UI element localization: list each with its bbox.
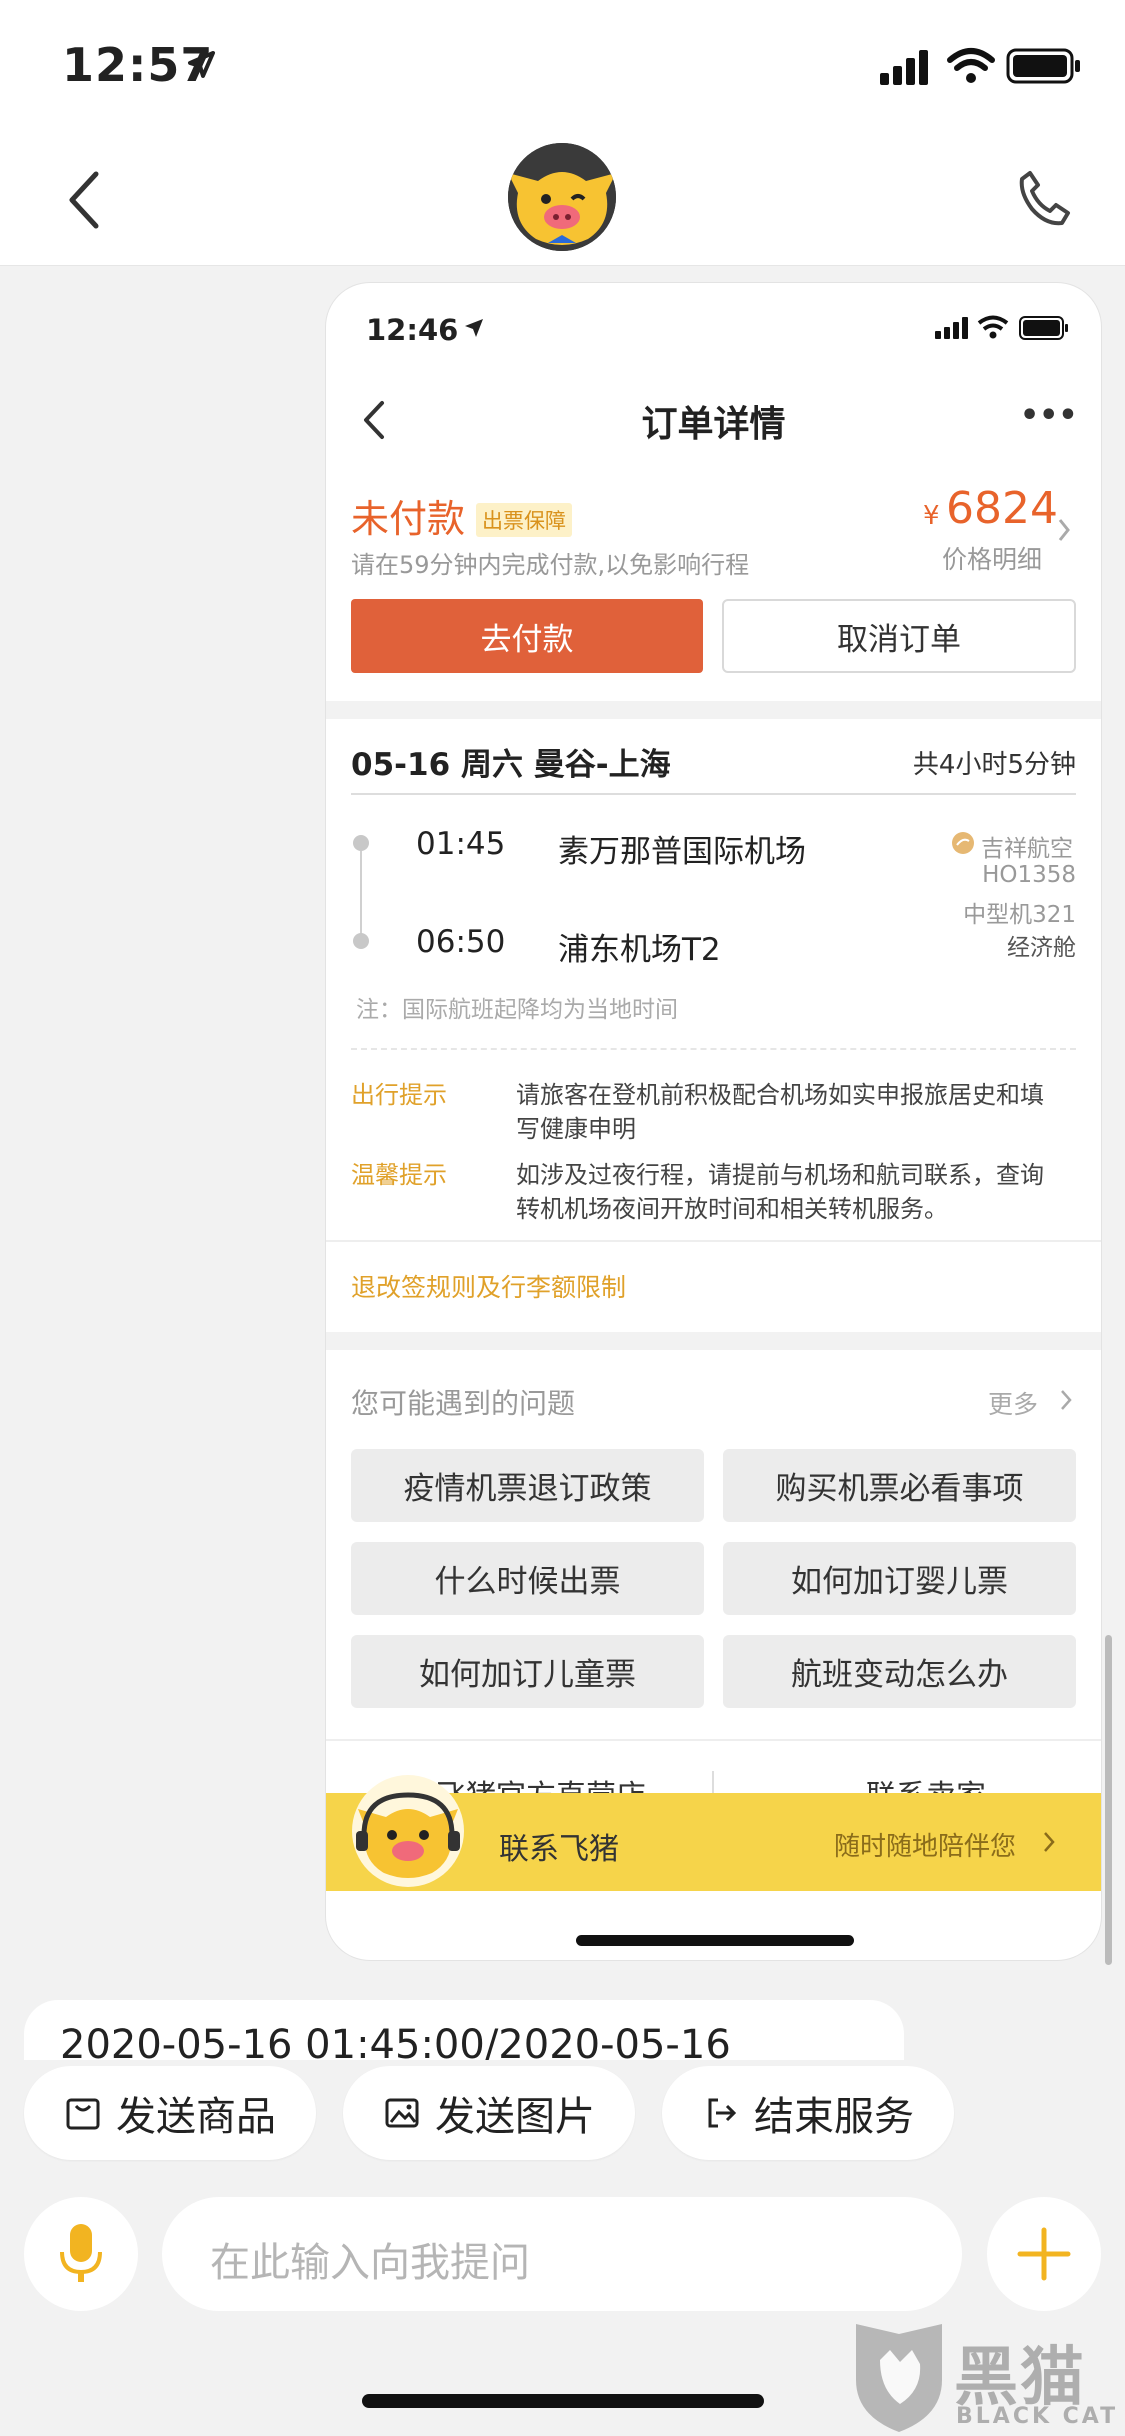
divider [326, 701, 1101, 719]
price-detail-link[interactable]: 价格明细 [942, 540, 1042, 576]
inner-home-indicator [576, 1935, 854, 1946]
order-price: 6824 [946, 483, 1058, 534]
back-chevron-icon[interactable] [64, 168, 104, 232]
travel-tip-line2: 写健康申明 [516, 1115, 636, 1143]
travel-tip-label: 出行提示 [351, 1081, 447, 1109]
end-service-button[interactable]: 结束服务 [662, 2066, 954, 2160]
message-input-placeholder: 在此输入向我提问 [210, 2240, 530, 2286]
pay-button[interactable]: 去付款 [351, 599, 703, 673]
price-chevron-icon[interactable] [1057, 517, 1071, 543]
faq-button[interactable]: 疫情机票退订政策 [351, 1449, 704, 1522]
exit-icon [708, 2098, 737, 2128]
warm-tip-line2: 转机机场夜间开放时间和相关转机服务。 [516, 1195, 948, 1223]
contact-fliggy-subtitle: 随时随地陪伴您 [834, 1832, 1017, 1862]
wifi-icon [947, 48, 995, 83]
home-indicator [362, 2394, 764, 2408]
order-screenshot[interactable]: 12:46 订单详情 ••• 未付款 出票保障 请在59分钟内完成付款,以免影响… [326, 283, 1101, 1960]
blackcat-watermark: 黑猫 BLACK CAT [850, 2320, 1120, 2436]
order-title: 订单详情 [641, 404, 786, 445]
ticket-guarantee-badge: 出票保障 [476, 503, 572, 537]
refund-rules-link[interactable]: 退改签规则及行李额限制 [351, 1268, 626, 1304]
warm-tip-label: 温馨提示 [351, 1161, 447, 1189]
faq-more-chevron-icon[interactable] [1060, 1389, 1072, 1411]
plus-button[interactable] [987, 2197, 1101, 2311]
inner-location-icon [465, 319, 483, 337]
signal-icon [880, 50, 928, 85]
currency-symbol: ¥ [923, 501, 940, 531]
voice-button[interactable] [24, 2197, 138, 2311]
fliggy-mascot-icon [508, 143, 616, 251]
travel-tip-line1: 请旅客在登机前积极配合机场如实申报旅居史和填 [516, 1081, 1044, 1109]
departure-dot [353, 835, 369, 851]
inner-wifi-icon [977, 315, 1009, 339]
contact-fliggy-label: 联系飞猪 [499, 1832, 619, 1867]
inner-signal-icon [935, 317, 968, 339]
image-icon [385, 2098, 419, 2128]
send-image-button[interactable]: 发送图片 [343, 2066, 635, 2160]
arrival-time: 06:50 [416, 924, 506, 960]
flight-duration: 共4小时5分钟 [912, 750, 1076, 780]
send-image-label: 发送图片 [435, 2094, 595, 2140]
cancel-order-button[interactable]: 取消订单 [722, 599, 1076, 673]
product-icon [66, 2098, 100, 2130]
message-input[interactable]: 在此输入向我提问 [162, 2197, 962, 2311]
departure-airport: 素万那普国际机场 [558, 834, 806, 870]
airline-name: 吉祥航空 [981, 836, 1073, 862]
faq-title: 您可能遇到的问题 [351, 1387, 576, 1420]
location-arrow-icon [188, 51, 215, 78]
divider [351, 793, 1076, 795]
inner-battery-icon [1019, 316, 1068, 340]
scrollbar[interactable] [1105, 1635, 1112, 1965]
arrival-dot [353, 933, 369, 949]
arrival-airport: 浦东机场T2 [558, 932, 721, 968]
payment-hint: 请在59分钟内完成付款,以免影响行程 [351, 551, 750, 579]
warm-tip-line1: 如涉及过夜行程，请提前与机场和航司联系，查询 [516, 1161, 1044, 1189]
end-service-label: 结束服务 [754, 2094, 914, 2140]
message-text: 2020-05-16 01:45:00/2020-05-16 [60, 2022, 731, 2060]
divider [326, 1739, 1101, 1741]
route-header: 05-16 周六 曼谷-上海 [351, 747, 671, 783]
divider [326, 1240, 1101, 1242]
timezone-note: 注：国际航班起降均为当地时间 [356, 997, 678, 1023]
flight-number: HO1358 [982, 862, 1076, 888]
unpaid-status: 未付款 [351, 497, 466, 541]
cabin-class: 经济舱 [1007, 935, 1076, 961]
message-bubble: 2020-05-16 01:45:00/2020-05-16 [24, 2000, 904, 2060]
faq-button[interactable]: 航班变动怎么办 [723, 1635, 1076, 1708]
phone-icon[interactable] [1016, 167, 1072, 227]
aircraft-type: 中型机321 [963, 902, 1076, 928]
plus-icon [1017, 2227, 1071, 2281]
faq-button[interactable]: 如何加订婴儿票 [723, 1542, 1076, 1615]
send-product-label: 发送商品 [116, 2094, 276, 2140]
banner-chevron-icon[interactable] [1042, 1830, 1056, 1854]
airline-logo-icon [952, 832, 974, 854]
cat-shield-icon [856, 2324, 942, 2432]
avatar[interactable] [508, 143, 616, 251]
watermark-en: BLACK CAT [956, 2404, 1119, 2429]
faq-button[interactable]: 如何加订儿童票 [351, 1635, 704, 1708]
send-product-button[interactable]: 发送商品 [24, 2066, 316, 2160]
status-bar: 12:57 [0, 0, 1125, 135]
more-menu-button[interactable]: ••• [1020, 398, 1078, 433]
departure-time: 01:45 [416, 826, 506, 862]
fliggy-mascot-headset-icon [356, 1792, 460, 1878]
battery-icon [1006, 48, 1080, 84]
divider [326, 1332, 1101, 1350]
faq-button[interactable]: 什么时候出票 [351, 1542, 704, 1615]
faq-more-link[interactable]: 更多 [988, 1385, 1038, 1421]
microphone-icon [60, 2224, 102, 2282]
timeline-line [360, 851, 362, 935]
faq-button[interactable]: 购买机票必看事项 [723, 1449, 1076, 1522]
inner-status-time: 12:46 [366, 313, 459, 347]
dashed-divider [351, 1048, 1076, 1050]
mascot-avatar [352, 1775, 464, 1887]
